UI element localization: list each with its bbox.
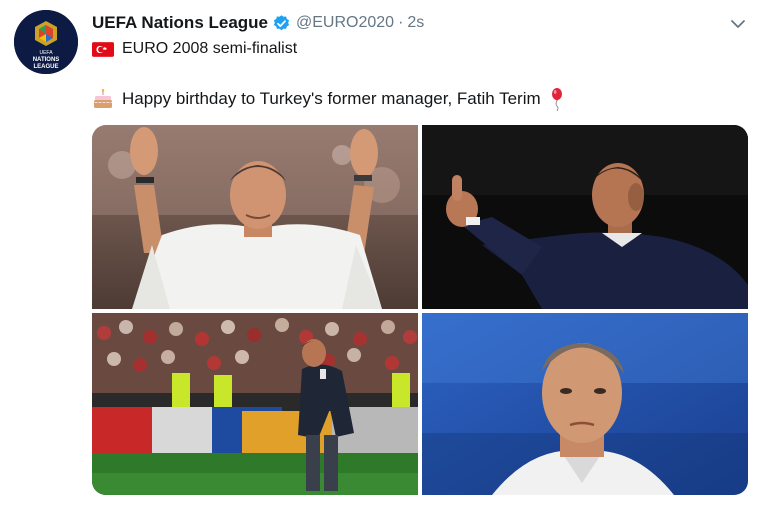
tweet-text: Happy birthday to Turkey's former manage… [122, 89, 541, 108]
uefa-nations-league-logo: UEFA NATIONS LEAGUE [14, 10, 78, 74]
photo-1[interactable] [92, 125, 418, 309]
birthday-cake-icon [92, 88, 114, 110]
display-name[interactable]: UEFA Nations League [92, 13, 268, 33]
bio-line: EURO 2008 semi-finalist [92, 40, 297, 58]
photo-3[interactable] [92, 313, 418, 495]
balloon-icon [549, 87, 565, 112]
photo-4[interactable] [422, 313, 748, 495]
turkey-flag-icon [92, 41, 114, 57]
chevron-down-icon[interactable] [728, 14, 748, 34]
tweet-text-line: Happy birthday to Turkey's former manage… [92, 87, 565, 112]
tweet-header: UEFA Nations League @EURO2020 · 2s [92, 12, 424, 34]
avatar-line-2: NATIONS [33, 57, 60, 63]
separator: · [398, 14, 404, 31]
avatar-line-1: UEFA [39, 50, 53, 56]
handle[interactable]: @EURO2020 [296, 14, 394, 32]
verified-badge-icon [272, 14, 291, 33]
avatar[interactable]: UEFA NATIONS LEAGUE [14, 10, 78, 74]
avatar-line-3: LEAGUE [33, 64, 58, 70]
tweet[interactable]: UEFA NATIONS LEAGUE UEFA Nations League … [0, 0, 770, 507]
bio-text: EURO 2008 semi-finalist [122, 40, 298, 57]
photo-2[interactable] [422, 125, 748, 309]
timestamp[interactable]: 2s [407, 14, 424, 32]
media-grid[interactable] [92, 125, 748, 495]
